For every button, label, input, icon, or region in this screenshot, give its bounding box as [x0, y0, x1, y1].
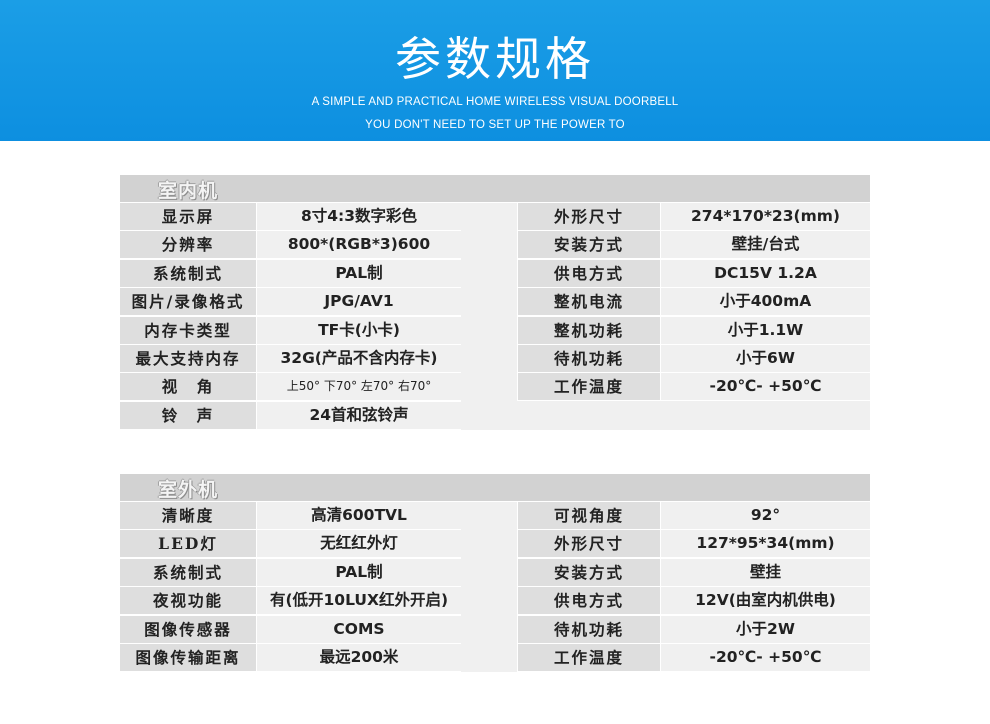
spec-label: 分辨率	[120, 231, 256, 258]
outdoor-section-title: 室外机	[158, 479, 219, 501]
spec-label: 外形尺寸	[518, 530, 660, 557]
spec-value: PAL制	[257, 559, 461, 586]
spec-value: 12V(由室内机供电)	[661, 587, 870, 614]
spec-label: 显示屏	[120, 203, 256, 230]
spec-value: 最远200米	[257, 644, 461, 671]
spec-label: 供电方式	[518, 587, 660, 614]
spec-label: 图片/录像格式	[120, 288, 256, 315]
spec-label: LED灯	[120, 530, 256, 557]
subtitle-line-1: A SIMPLE AND PRACTICAL HOME WIRELESS VIS…	[311, 96, 679, 108]
spec-label: 可视角度	[518, 502, 660, 529]
page-title: 参数规格	[395, 32, 595, 86]
spec-label: 待机功耗	[518, 616, 660, 643]
spec-label: 待机功耗	[518, 345, 660, 372]
spec-label: 视 角	[120, 373, 256, 400]
outdoor-spec-section: 室外机 清晰度 高清600TVL LED灯 无红红外灯 系统制式 PAL制 夜视功能 有(低开…	[120, 474, 870, 672]
spec-label: 夜视功能	[120, 587, 256, 614]
spec-label: 整机电流	[518, 288, 660, 315]
spec-value: TF卡(小卡)	[257, 317, 461, 344]
spec-label: 系统制式	[120, 559, 256, 586]
spec-value: 小于1.1W	[661, 317, 870, 344]
spec-value: DC15V 1.2A	[661, 260, 870, 287]
empty-row	[517, 401, 870, 430]
header-banner: 参数规格 A SIMPLE AND PRACTICAL HOME WIRELES…	[0, 0, 990, 141]
spec-value: -20℃- +50℃	[661, 644, 870, 671]
spec-label: 最大支持内存	[120, 345, 256, 372]
spec-value: 有(低开10LUX红外开启)	[257, 587, 461, 614]
middle-gap	[461, 502, 517, 672]
spec-value: COMS	[257, 616, 461, 643]
spec-label: 工作温度	[518, 373, 660, 400]
spec-value: 800*(RGB*3)600	[257, 231, 461, 258]
spec-value: -20℃- +50℃	[661, 373, 870, 400]
spec-label: 图像传感器	[120, 616, 256, 643]
spec-value: 32G(产品不含内存卡)	[257, 345, 461, 372]
indoor-section-header: 室内机	[120, 175, 870, 202]
spec-value: 上50° 下70° 左70° 右70°	[257, 373, 461, 400]
indoor-section-title: 室内机	[158, 180, 219, 202]
spec-value: JPG/AV1	[257, 288, 461, 315]
subtitle-line-2: YOU DON'T NEED TO SET UP THE POWER TO	[365, 119, 625, 131]
spec-label: 供电方式	[518, 260, 660, 287]
spec-value: 274*170*23(mm)	[661, 203, 870, 230]
spec-value: 24首和弦铃声	[257, 402, 461, 429]
spec-label: 安装方式	[518, 231, 660, 258]
outdoor-section-header: 室外机	[120, 474, 870, 501]
spec-label: 整机功耗	[518, 317, 660, 344]
spec-label: 系统制式	[120, 260, 256, 287]
spec-value: PAL制	[257, 260, 461, 287]
spec-value: 92°	[661, 502, 870, 529]
spec-label: 清晰度	[120, 502, 256, 529]
spec-label: 工作温度	[518, 644, 660, 671]
indoor-spec-section: 室内机 显示屏 8寸4:3数字彩色 分辨率 800*(RGB*3)600 系统制式 PAL…	[120, 175, 870, 430]
spec-label: 图像传输距离	[120, 644, 256, 671]
spec-label: 内存卡类型	[120, 317, 256, 344]
spec-value: 8寸4:3数字彩色	[257, 203, 461, 230]
spec-value: 无红红外灯	[257, 530, 461, 557]
spec-label: 外形尺寸	[518, 203, 660, 230]
spec-value: 壁挂	[661, 559, 870, 586]
middle-gap	[461, 203, 517, 430]
spec-label: 安装方式	[518, 559, 660, 586]
spec-value: 壁挂/台式	[661, 231, 870, 258]
spec-value: 小于2W	[661, 616, 870, 643]
spec-value: 小于6W	[661, 345, 870, 372]
spec-value: 127*95*34(mm)	[661, 530, 870, 557]
spec-value: 小于400mA	[661, 288, 870, 315]
spec-label: 铃 声	[120, 402, 256, 429]
spec-value: 高清600TVL	[257, 502, 461, 529]
